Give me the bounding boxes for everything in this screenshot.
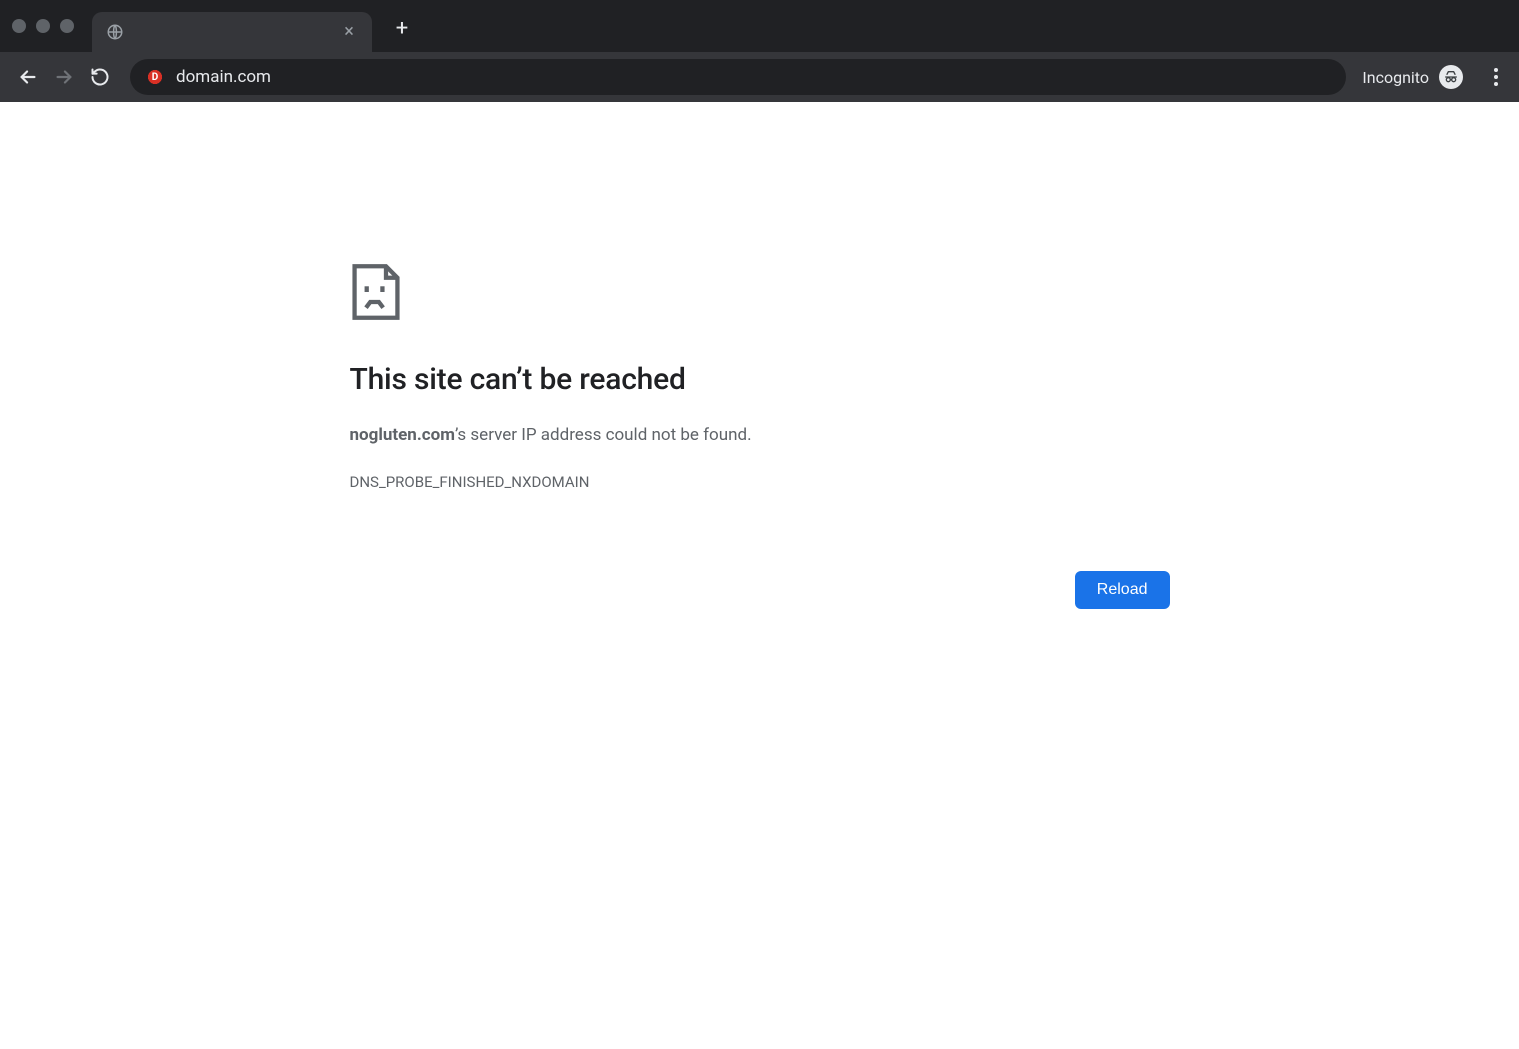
window-maximize-button[interactable] [60, 19, 74, 33]
error-container: This site can’t be reached nogluten.com’… [350, 262, 1170, 609]
new-tab-button[interactable]: + [386, 12, 418, 44]
incognito-indicator: Incognito [1362, 65, 1469, 89]
tab-strip: × + [0, 0, 1519, 52]
forward-button[interactable] [50, 63, 78, 91]
reload-page-button[interactable]: Reload [1075, 571, 1170, 609]
incognito-label: Incognito [1362, 68, 1429, 87]
error-title: This site can’t be reached [350, 362, 1170, 397]
error-code: DNS_PROBE_FINISHED_NXDOMAIN [350, 473, 1170, 491]
incognito-icon[interactable] [1439, 65, 1463, 89]
window-close-button[interactable] [12, 19, 26, 33]
close-icon[interactable]: × [340, 23, 358, 41]
window-controls [12, 19, 74, 33]
back-button[interactable] [14, 63, 42, 91]
page-content: This site can’t be reached nogluten.com’… [0, 102, 1519, 609]
browser-chrome: × + D domain.com Incognito [0, 0, 1519, 102]
window-minimize-button[interactable] [36, 19, 50, 33]
browser-toolbar: D domain.com Incognito [0, 52, 1519, 102]
sad-file-icon [350, 262, 402, 322]
browser-menu-button[interactable] [1483, 64, 1509, 90]
reload-row: Reload [350, 571, 1170, 609]
browser-tab[interactable]: × [92, 12, 372, 52]
error-host: nogluten.com [350, 425, 455, 445]
site-favicon-icon: D [146, 68, 164, 86]
error-message: nogluten.com’s server IP address could n… [350, 425, 1170, 445]
error-message-rest: ’s server IP address could not be found. [455, 425, 752, 445]
reload-button[interactable] [86, 63, 114, 91]
globe-icon [106, 23, 124, 41]
omnibox-url: domain.com [176, 67, 271, 87]
address-bar[interactable]: D domain.com [130, 59, 1346, 95]
